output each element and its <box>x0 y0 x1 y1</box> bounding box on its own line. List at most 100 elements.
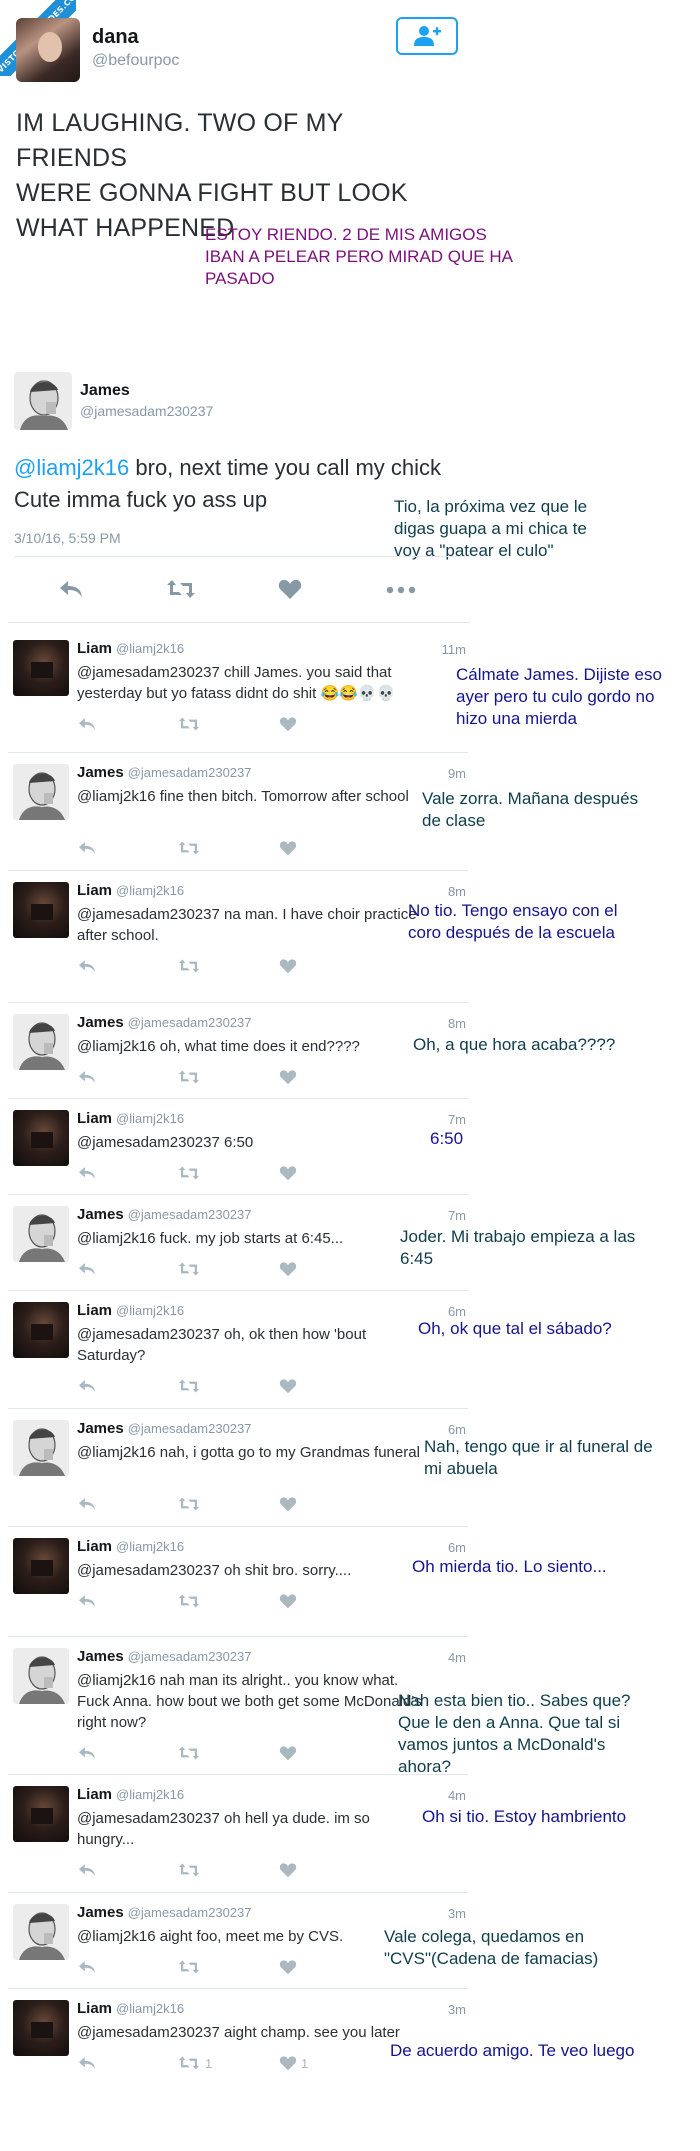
avatar[interactable] <box>13 1786 69 1842</box>
like-button[interactable] <box>279 716 301 732</box>
avatar[interactable] <box>13 640 69 696</box>
timestamp[interactable]: 8m <box>448 1016 466 1031</box>
like-button[interactable] <box>279 1862 301 1878</box>
like-button[interactable] <box>279 840 301 856</box>
avatar[interactable] <box>13 1648 69 1704</box>
like-button[interactable] <box>279 1593 301 1609</box>
reply-icon[interactable] <box>77 1378 97 1394</box>
reply-icon[interactable] <box>58 578 84 600</box>
author-name[interactable]: James @jamesadam230237 <box>77 1648 252 1665</box>
author-name[interactable]: Liam @liamj2k16 <box>77 1538 184 1555</box>
retweet-button[interactable] <box>177 1745 205 1761</box>
more-options-icon[interactable] <box>386 586 416 594</box>
author-name[interactable]: Liam @liamj2k16 <box>77 882 184 899</box>
avatar[interactable] <box>13 1538 69 1594</box>
reply-icon[interactable] <box>77 716 97 732</box>
like-button[interactable] <box>279 958 301 974</box>
reply-icon[interactable] <box>77 1069 97 1085</box>
like-button[interactable] <box>279 1261 301 1277</box>
reply-icon[interactable] <box>77 1496 97 1512</box>
retweet-button[interactable] <box>177 1069 205 1085</box>
mention-link[interactable]: @liamj2k16 <box>14 455 129 480</box>
reply-icon[interactable] <box>77 1261 97 1277</box>
author-name[interactable]: Liam @liamj2k16 <box>77 1302 184 1319</box>
timestamp[interactable]: 6m <box>448 1304 466 1319</box>
author-name[interactable]: Liam @liamj2k16 <box>77 1786 184 1803</box>
avatar[interactable] <box>13 1110 69 1166</box>
like-icon <box>279 841 297 856</box>
avatar[interactable] <box>13 2000 69 2056</box>
retweet-button[interactable] <box>177 716 205 732</box>
avatar[interactable] <box>13 1420 69 1476</box>
author-name[interactable]: James @jamesadam230237 <box>77 1904 252 1921</box>
retweet-button[interactable] <box>177 1862 205 1878</box>
avatar[interactable] <box>13 1904 69 1960</box>
tweet-actions: 11 <box>77 2055 337 2077</box>
like-button[interactable] <box>279 1496 301 1512</box>
reply-icon[interactable] <box>77 958 97 974</box>
retweet-button[interactable] <box>177 1959 205 1975</box>
timestamp[interactable]: 9m <box>448 766 466 781</box>
timestamp[interactable]: 11m <box>442 642 466 657</box>
timestamp[interactable]: 4m <box>448 1650 466 1665</box>
avatar[interactable] <box>13 1302 69 1358</box>
like-button[interactable] <box>279 1959 301 1975</box>
like-button[interactable]: 1 <box>279 2055 308 2071</box>
divider <box>8 1892 468 1893</box>
timestamp[interactable]: 3m <box>448 2002 466 2017</box>
like-icon <box>279 1863 297 1878</box>
timestamp[interactable]: 6m <box>448 1422 466 1437</box>
like-button[interactable] <box>279 1069 301 1085</box>
reply-icon[interactable] <box>77 1745 97 1761</box>
timestamp[interactable]: 3m <box>448 1906 466 1921</box>
retweet-icon <box>178 1497 200 1511</box>
author-name[interactable]: James @jamesadam230237 <box>77 1014 252 1031</box>
avatar[interactable] <box>13 1206 69 1262</box>
author-handle[interactable]: @befourpoc <box>92 52 179 70</box>
author-handle[interactable]: @jamesadam230237 <box>80 403 213 419</box>
retweet-button[interactable] <box>177 840 205 856</box>
reply-icon[interactable] <box>77 1593 97 1609</box>
author-name[interactable]: James <box>80 382 130 400</box>
retweet-button[interactable] <box>177 1378 205 1394</box>
tweet-text: @jamesadam230237 chill James. you said t… <box>77 664 396 702</box>
avatar[interactable] <box>13 1014 69 1070</box>
author-name[interactable]: Liam @liamj2k16 <box>77 1110 184 1127</box>
divider <box>8 1526 468 1527</box>
like-button[interactable] <box>279 1378 301 1394</box>
reply-icon[interactable] <box>77 1862 97 1878</box>
reply-icon[interactable] <box>77 1959 97 1975</box>
retweet-button[interactable] <box>177 958 205 974</box>
retweet-button[interactable] <box>177 1165 205 1181</box>
like-icon[interactable] <box>278 578 302 600</box>
author-name[interactable]: Liam @liamj2k16 <box>77 2000 184 2017</box>
author-name[interactable]: James @jamesadam230237 <box>77 764 252 781</box>
author-name[interactable]: Liam @liamj2k16 <box>77 640 184 657</box>
author-name[interactable]: James @jamesadam230237 <box>77 1420 252 1437</box>
timestamp[interactable]: 7m <box>448 1208 466 1223</box>
reply-icon[interactable] <box>77 840 97 856</box>
translation-annotation: De acuerdo amigo. Te veo luego <box>390 2041 635 2060</box>
like-button[interactable] <box>279 1745 301 1761</box>
timestamp[interactable]: 3/10/16, 5:59 PM <box>14 530 121 546</box>
retweet-icon[interactable] <box>166 578 196 600</box>
reply-icon[interactable] <box>77 1165 97 1181</box>
retweet-button[interactable] <box>177 1496 205 1512</box>
avatar[interactable] <box>13 764 69 820</box>
author-name[interactable]: James @jamesadam230237 <box>77 1206 252 1223</box>
follow-button[interactable] <box>396 17 458 55</box>
timestamp[interactable]: 7m <box>448 1112 466 1127</box>
like-button[interactable] <box>279 1165 301 1181</box>
retweet-button[interactable]: 1 <box>177 2055 212 2071</box>
avatar[interactable] <box>16 18 80 82</box>
reply-icon[interactable] <box>77 2055 97 2071</box>
author-name[interactable]: dana <box>92 26 139 49</box>
avatar[interactable] <box>13 882 69 938</box>
retweet-button[interactable] <box>177 1261 205 1277</box>
timestamp[interactable]: 6m <box>448 1540 466 1555</box>
timestamp[interactable]: 4m <box>448 1788 466 1803</box>
timestamp[interactable]: 8m <box>448 884 466 899</box>
tweet-actions <box>77 1261 337 1283</box>
avatar[interactable] <box>14 372 72 430</box>
retweet-button[interactable] <box>177 1593 205 1609</box>
